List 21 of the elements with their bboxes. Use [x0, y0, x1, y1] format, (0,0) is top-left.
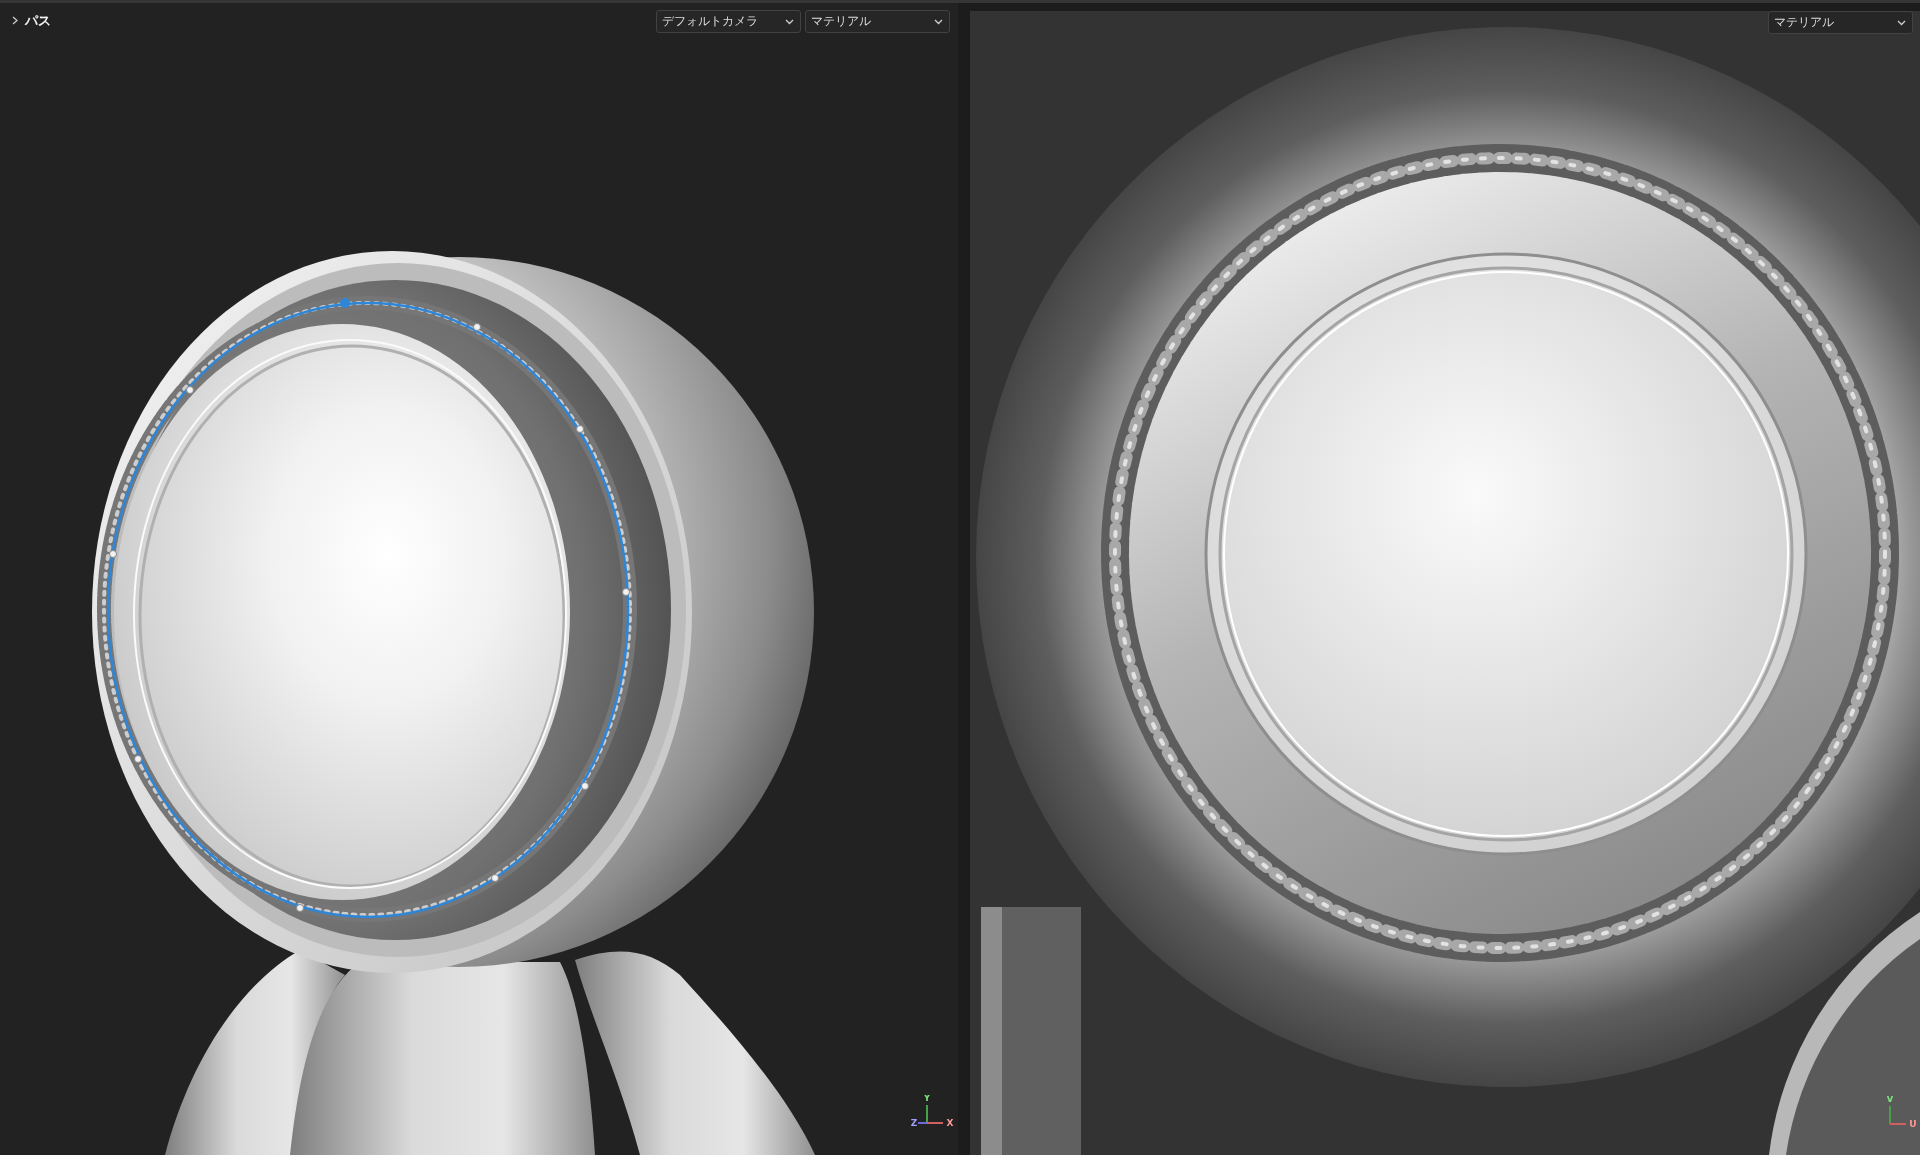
dropdown[interactable]: デフォルトカメラ: [656, 10, 801, 33]
path-point[interactable]: [296, 904, 304, 912]
path-point[interactable]: [186, 386, 194, 394]
axis-label: Y: [923, 1095, 931, 1103]
axis-label: X: [946, 1118, 954, 1128]
axis-label: U: [1909, 1119, 1917, 1129]
path-point[interactable]: [134, 755, 142, 763]
path-point[interactable]: [622, 588, 630, 596]
axis-label: V: [1886, 1096, 1894, 1104]
path-point[interactable]: [581, 782, 589, 790]
chevron-down-icon: [934, 18, 943, 25]
collapsible-header[interactable]: パス: [10, 12, 53, 29]
path-point[interactable]: [576, 425, 584, 433]
path-point[interactable]: [109, 550, 117, 558]
chevron-down-icon: [785, 18, 794, 25]
path-point[interactable]: [473, 323, 481, 331]
dropdown[interactable]: マテリアル: [805, 10, 950, 33]
chevron-down-icon: [1897, 19, 1906, 26]
path-point[interactable]: [491, 874, 499, 882]
axis-label: Z: [911, 1118, 918, 1128]
dropdown[interactable]: マテリアル: [1768, 11, 1913, 34]
